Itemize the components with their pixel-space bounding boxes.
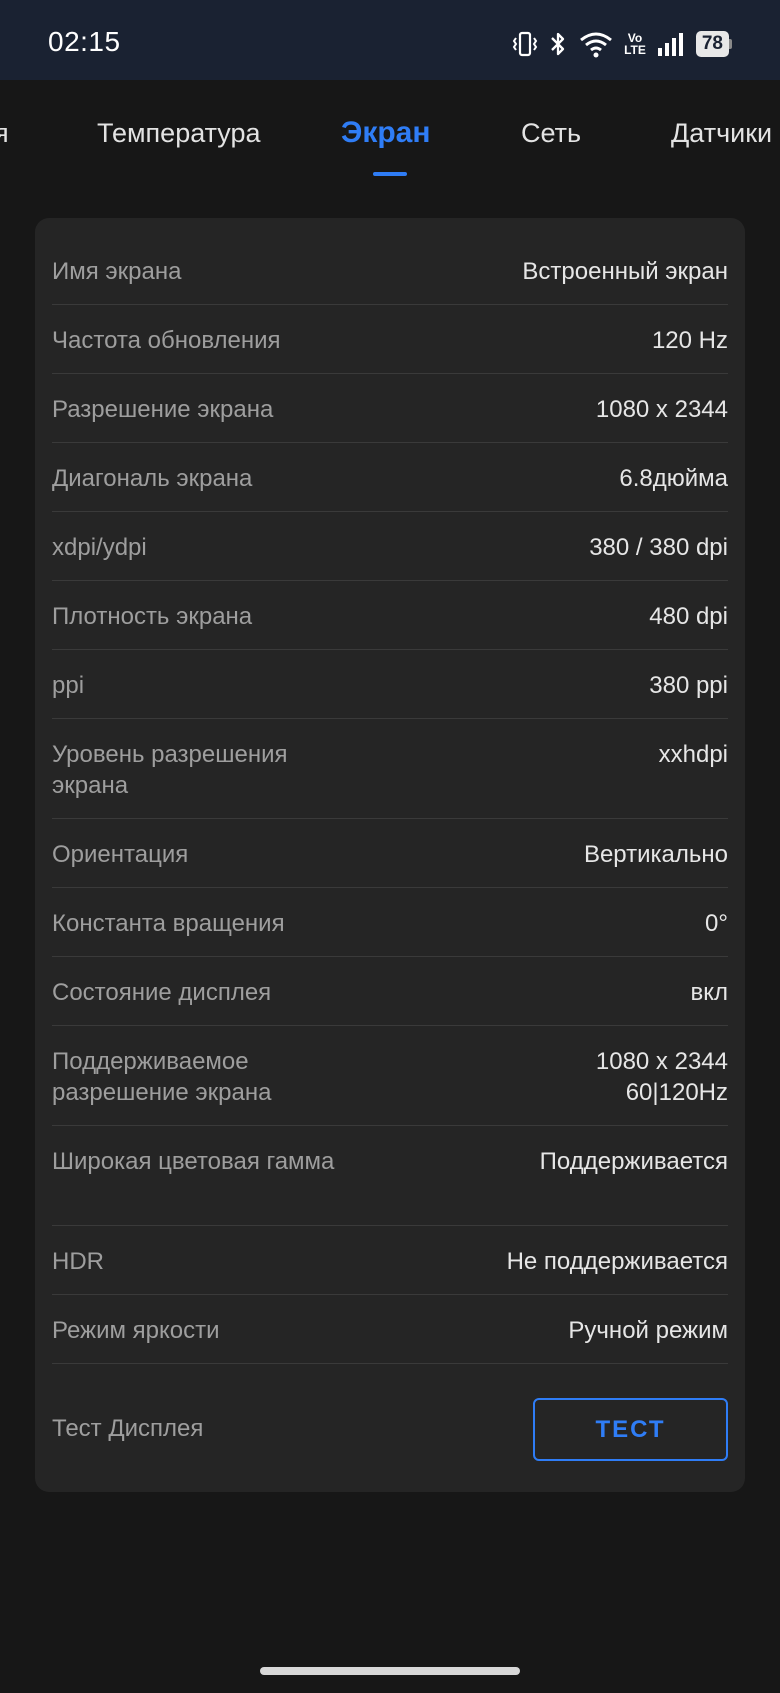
row-value: 6.8дюйма bbox=[619, 465, 728, 492]
wifi-icon bbox=[578, 30, 614, 58]
row-label: Диагональ экрана bbox=[52, 465, 253, 492]
display-test-label: Тест Дисплея bbox=[52, 1415, 204, 1442]
row-label: HDR bbox=[52, 1248, 104, 1275]
tab-sensors[interactable]: Датчики bbox=[671, 118, 772, 149]
row-value: 380 ppi bbox=[649, 672, 728, 699]
row-value: 0° bbox=[705, 910, 728, 937]
row-value: вкл bbox=[690, 979, 728, 1006]
row-label: Частота обновления bbox=[52, 327, 281, 354]
row-label: xdpi/ydpi bbox=[52, 534, 147, 561]
row-label: Разрешение экрана bbox=[52, 396, 274, 423]
row-value: 1080 x 2344 60|120Hz bbox=[595, 1048, 728, 1106]
info-row-ppi: ppi 380 ppi bbox=[52, 650, 728, 719]
info-row-diagonal: Диагональ экрана 6.8дюйма bbox=[52, 443, 728, 512]
info-row-supported-modes: Поддерживаемое разрешение экрана 1080 x … bbox=[52, 1026, 728, 1126]
row-value: 480 dpi bbox=[649, 603, 728, 630]
info-row-resolution: Разрешение экрана 1080 x 2344 bbox=[52, 374, 728, 443]
row-label: Ориентация bbox=[52, 841, 189, 868]
status-bar: 02:15 Vo LTE 78 bbox=[0, 0, 780, 80]
info-row-display-state: Состояние дисплея вкл bbox=[52, 957, 728, 1026]
info-row-xdpi-ydpi: xdpi/ydpi 380 / 380 dpi bbox=[52, 512, 728, 581]
active-tab-indicator bbox=[373, 172, 407, 176]
info-row-hdr: HDR Не поддерживается bbox=[52, 1226, 728, 1295]
info-row-wide-color-gamut: Широкая цветовая гамма Поддерживается bbox=[52, 1126, 728, 1226]
row-value: xxhdpi bbox=[658, 741, 728, 768]
display-test-button[interactable]: ТЕСТ bbox=[533, 1398, 728, 1461]
tab-network[interactable]: Сеть bbox=[521, 118, 581, 149]
row-label: Широкая цветовая гамма bbox=[52, 1148, 335, 1175]
row-value: Вертикально bbox=[583, 841, 728, 868]
row-label: Поддерживаемое разрешение экрана bbox=[52, 1048, 272, 1106]
tab-partial[interactable]: я bbox=[0, 118, 9, 149]
tab-screen[interactable]: Экран bbox=[341, 116, 431, 150]
volte-icon: Vo LTE bbox=[624, 32, 646, 56]
row-label: Режим яркости bbox=[52, 1317, 220, 1344]
info-row-rotation: Константа вращения 0° bbox=[52, 888, 728, 957]
row-label: ppi bbox=[52, 672, 85, 699]
row-label: Плотность экрана bbox=[52, 603, 253, 630]
info-row-density: Плотность экрана 480 dpi bbox=[52, 581, 728, 650]
screen-info-card: Имя экрана Встроенный экран Частота обно… bbox=[35, 218, 745, 1492]
row-value: 380 / 380 dpi bbox=[589, 534, 728, 561]
row-value: 120 Hz bbox=[651, 327, 728, 354]
info-row-density-bucket: Уровень разрешения экрана xxhdpi bbox=[52, 719, 728, 819]
home-indicator[interactable] bbox=[260, 1667, 520, 1675]
info-row-screen-name: Имя экрана Встроенный экран bbox=[52, 218, 728, 305]
row-label: Состояние дисплея bbox=[52, 979, 272, 1006]
vibrate-icon bbox=[512, 30, 538, 58]
row-value: Поддерживается bbox=[539, 1148, 728, 1175]
status-time: 02:15 bbox=[48, 26, 121, 57]
row-label: Имя экрана bbox=[52, 258, 182, 285]
battery-icon: 78 bbox=[695, 31, 732, 57]
row-label: Уровень разрешения экрана bbox=[52, 741, 288, 799]
signal-icon bbox=[656, 30, 686, 58]
info-row-refresh-rate: Частота обновления 120 Hz bbox=[52, 305, 728, 374]
info-row-brightness-mode: Режим яркости Ручной режим bbox=[52, 1295, 728, 1364]
battery-tip bbox=[729, 39, 732, 49]
volte-line2: LTE bbox=[624, 43, 646, 57]
row-value: Ручной режим bbox=[568, 1317, 728, 1344]
row-label: Константа вращения bbox=[52, 910, 285, 937]
row-value: Не поддерживается bbox=[506, 1248, 728, 1275]
battery-level: 78 bbox=[695, 31, 729, 57]
row-value: Встроенный экран bbox=[522, 258, 728, 285]
row-value: 1080 x 2344 bbox=[595, 396, 728, 423]
tab-bar: я Температура Экран Сеть Датчики bbox=[0, 80, 780, 190]
info-row-orientation: Ориентация Вертикально bbox=[52, 819, 728, 888]
bluetooth-icon bbox=[548, 30, 568, 58]
tab-temperature[interactable]: Температура bbox=[97, 118, 261, 149]
status-icons: Vo LTE 78 bbox=[512, 28, 732, 60]
